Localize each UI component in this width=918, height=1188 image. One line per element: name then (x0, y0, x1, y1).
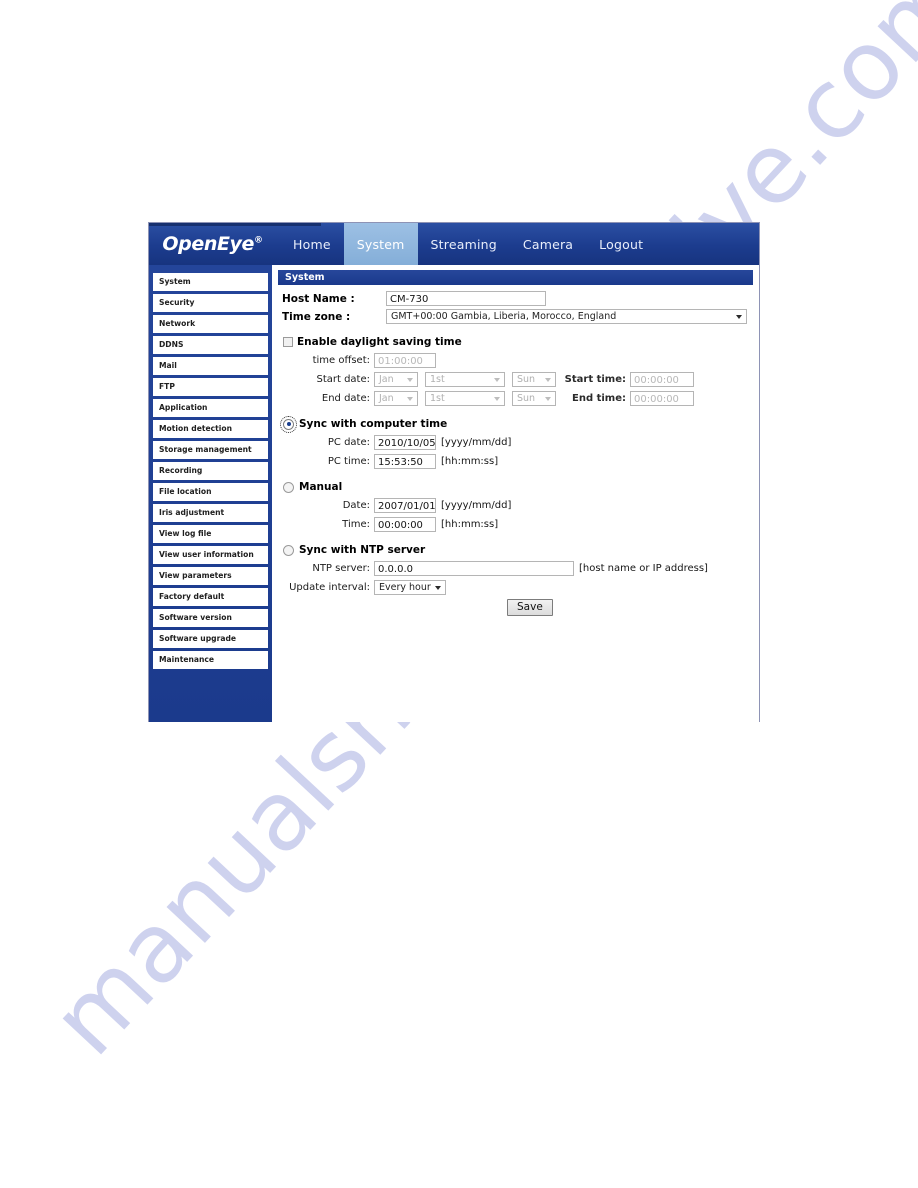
enable-dst-label: Enable daylight saving time (297, 336, 462, 348)
sidebar-item-motion-detection[interactable]: Motion detection (153, 420, 268, 438)
sidebar-item-system[interactable]: System (153, 273, 268, 291)
sync-ntp-label: Sync with NTP server (299, 544, 426, 556)
sidebar-item-ddns[interactable]: DDNS (153, 336, 268, 354)
start-date-label: Start date: (316, 374, 370, 385)
update-interval-label: Update interval: (289, 582, 370, 593)
sync-pc-time-row[interactable]: Sync with computer time (278, 415, 753, 433)
sidebar-item-mail[interactable]: Mail (153, 357, 268, 375)
nav-tab-streaming[interactable]: Streaming (418, 223, 510, 265)
sync-ntp-row[interactable]: Sync with NTP server (278, 544, 753, 556)
nav-tab-camera-label: Camera (522, 236, 574, 252)
manual-time-value-row: Time: 00:00:00 [hh:mm:ss] (278, 517, 753, 532)
sidebar-item-network[interactable]: Network (153, 315, 268, 333)
time-offset-input[interactable]: 01:00:00 (374, 353, 436, 368)
sidebar-item-software-upgrade[interactable]: Software upgrade (153, 630, 268, 648)
update-interval-select[interactable]: Every hour (374, 580, 446, 595)
sidebar-item-storage-management[interactable]: Storage management (153, 441, 268, 459)
nav-tab-home[interactable]: Home (280, 223, 344, 265)
manual-time-radio[interactable] (283, 481, 294, 493)
pc-date-label: PC date: (327, 437, 370, 448)
pc-date-row: PC date: 2010/10/05 [yyyy/mm/dd] (278, 435, 753, 450)
pc-time-format-hint: [hh:mm:ss] (441, 456, 499, 467)
end-day-select[interactable]: Sun (512, 391, 556, 406)
start-time-input[interactable]: 00:00:00 (630, 372, 694, 387)
sync-pc-time-radio[interactable] (280, 415, 297, 433)
time-offset-row: time offset: 01:00:00 (278, 353, 753, 368)
save-button[interactable]: Save (507, 599, 553, 616)
start-day-select[interactable]: Sun (512, 372, 556, 387)
end-month-select[interactable]: Jan (374, 391, 418, 406)
nav-tab-streaming-label: Streaming (430, 236, 497, 252)
nav-tab-system-label: System (356, 236, 405, 252)
time-offset-label: time offset: (312, 355, 370, 366)
sidebar-item-software-version[interactable]: Software version (153, 609, 268, 627)
update-interval-row: Update interval: Every hour (278, 580, 753, 595)
sync-pc-time-label: Sync with computer time (299, 418, 448, 430)
trademark-symbol: ® (254, 235, 263, 246)
ntp-server-input[interactable]: 0.0.0.0 (374, 561, 574, 576)
sidebar-item-file-location[interactable]: File location (153, 483, 268, 501)
start-week-select[interactable]: 1st (425, 372, 505, 387)
top-header-bar: OpenEye® Home System Streaming Camera Lo… (149, 223, 759, 265)
manual-date-input[interactable]: 2007/01/01 (374, 498, 436, 513)
panel-title: System (278, 270, 753, 285)
host-name-row: Host Name : CM-730 (278, 291, 753, 306)
camera-web-ui: OpenEye® Home System Streaming Camera Lo… (148, 222, 760, 722)
sidebar-item-view-parameters[interactable]: View parameters (153, 567, 268, 585)
sidebar-item-view-log-file[interactable]: View log file (153, 525, 268, 543)
end-time-label: End time: (572, 393, 626, 404)
ntp-server-hint: [host name or IP address] (579, 563, 708, 574)
pc-date-input[interactable]: 2010/10/05 (374, 435, 436, 450)
sidebar-item-security[interactable]: Security (153, 294, 268, 312)
nav-tab-system[interactable]: System (343, 223, 418, 265)
end-time-input[interactable]: 00:00:00 (630, 391, 694, 406)
manual-time-value-label: Time: (342, 519, 370, 530)
sidebar-item-application[interactable]: Application (153, 399, 268, 417)
end-week-select[interactable]: 1st (425, 391, 505, 406)
manual-date-label: Date: (342, 500, 370, 511)
sidebar-item-view-user-information[interactable]: View user information (153, 546, 268, 564)
manual-date-format-hint: [yyyy/mm/dd] (441, 500, 512, 511)
main-navigation: Home System Streaming Camera Logout (280, 223, 656, 265)
sidebar-item-iris-adjustment[interactable]: Iris adjustment (153, 504, 268, 522)
sync-ntp-radio[interactable] (283, 544, 294, 556)
manual-time-row[interactable]: Manual (278, 481, 753, 493)
time-zone-select[interactable]: GMT+00:00 Gambia, Liberia, Morocco, Engl… (386, 309, 747, 324)
pc-time-row: PC time: 15:53:50 [hh:mm:ss] (278, 454, 753, 469)
nav-tab-home-label: Home (293, 236, 331, 252)
enable-dst-checkbox[interactable] (283, 337, 293, 347)
ntp-server-row: NTP server: 0.0.0.0 [host name or IP add… (278, 561, 753, 576)
start-date-row: Start date: Jan 1st Sun Start time: 00:0… (278, 372, 753, 387)
pc-time-input[interactable]: 15:53:50 (374, 454, 436, 469)
end-date-row: End date: Jan 1st Sun End time: 00:00:00 (278, 391, 753, 406)
ntp-server-label: NTP server: (312, 563, 370, 574)
nav-tab-logout[interactable]: Logout (586, 223, 656, 265)
sidebar-item-factory-default[interactable]: Factory default (153, 588, 268, 606)
pc-time-label: PC time: (327, 456, 370, 467)
manual-time-input[interactable]: 00:00:00 (374, 517, 436, 532)
time-zone-row: Time zone : GMT+00:00 Gambia, Liberia, M… (278, 309, 753, 324)
manual-date-row: Date: 2007/01/01 [yyyy/mm/dd] (278, 498, 753, 513)
brand-name: OpenEye (162, 233, 254, 255)
sidebar-item-recording[interactable]: Recording (153, 462, 268, 480)
nav-tab-logout-label: Logout (599, 236, 644, 252)
sidebar-item-ftp[interactable]: FTP (153, 378, 268, 396)
sidebar-menu: System Security Network DDNS Mail FTP Ap… (149, 265, 272, 722)
time-zone-label: Time zone : (282, 310, 351, 323)
start-month-select[interactable]: Jan (374, 372, 418, 387)
save-button-row: Save (278, 599, 753, 616)
sidebar-item-maintenance[interactable]: Maintenance (153, 651, 268, 669)
daylight-saving-section: Enable daylight saving time time offset:… (278, 336, 753, 406)
content-panel: System Host Name : CM-730 Time zone : GM… (272, 265, 759, 722)
host-name-label: Host Name : (282, 292, 355, 305)
host-name-input[interactable]: CM-730 (386, 291, 546, 306)
end-date-label: End date: (321, 393, 370, 404)
pc-date-format-hint: [yyyy/mm/dd] (441, 437, 512, 448)
nav-tab-camera[interactable]: Camera (510, 223, 586, 265)
enable-dst-row[interactable]: Enable daylight saving time (278, 336, 753, 348)
openeye-logo[interactable]: OpenEye® (149, 223, 272, 265)
manual-time-format-hint: [hh:mm:ss] (441, 519, 499, 530)
manual-time-label: Manual (299, 481, 343, 493)
start-time-label: Start time: (564, 374, 626, 385)
